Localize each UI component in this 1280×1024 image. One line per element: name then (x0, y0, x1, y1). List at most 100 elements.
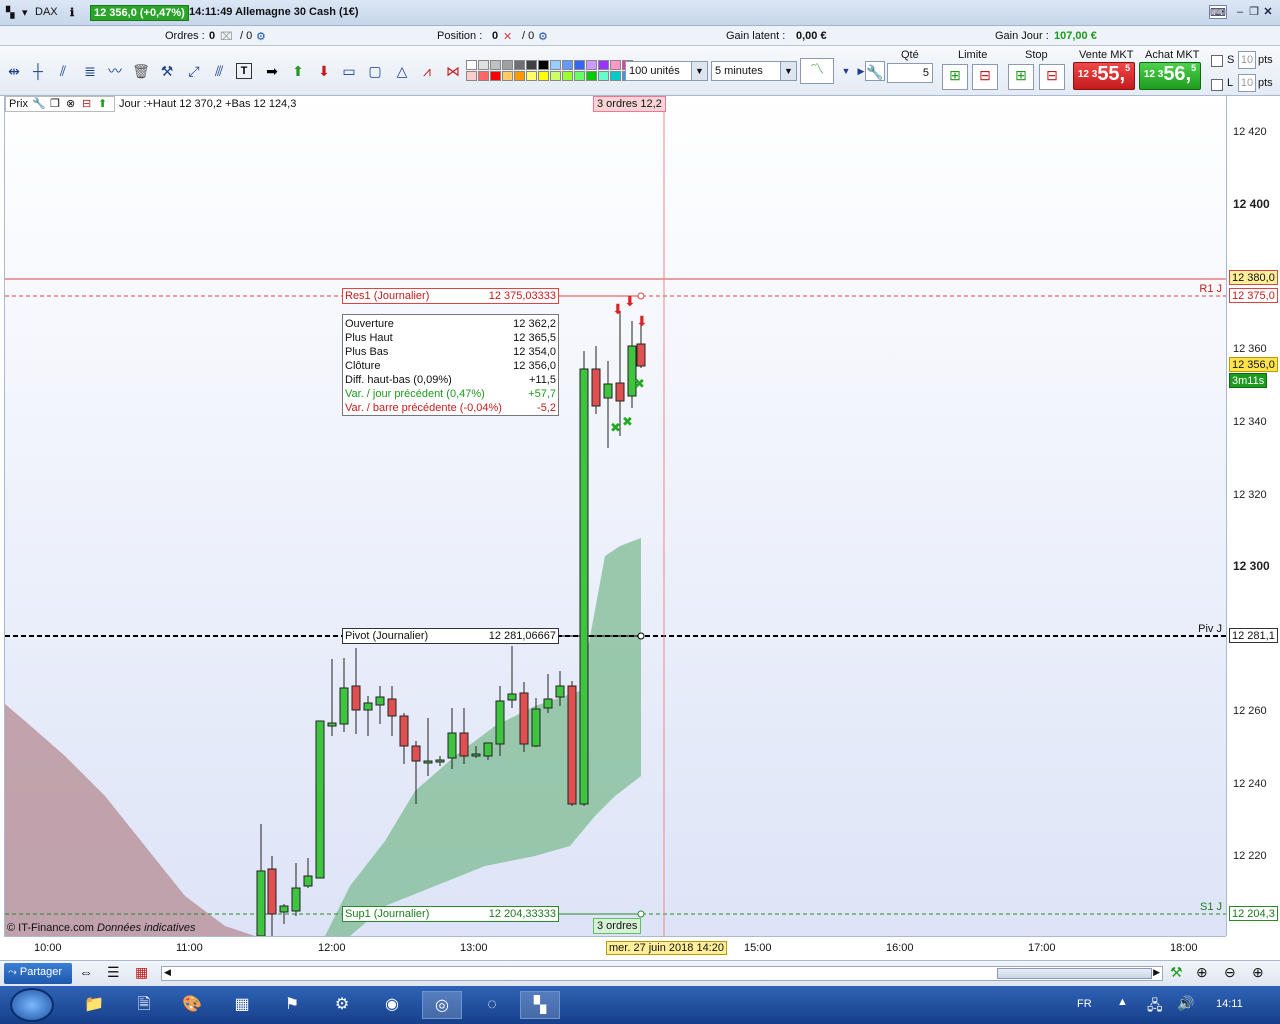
sell-limit-button[interactable]: ⊟ (972, 64, 998, 90)
zoom-in-icon[interactable]: ⊕ (1252, 964, 1264, 981)
triangle-icon[interactable]: △ (392, 61, 412, 81)
color-swatch[interactable] (562, 71, 573, 81)
orders-delete-icon[interactable]: ⌧ (220, 30, 233, 43)
stop-checkbox[interactable] (1211, 55, 1223, 67)
wave-icon[interactable]: 〰 (105, 61, 125, 81)
sell-market-button[interactable]: 12 355,5 (1073, 62, 1135, 90)
chart-scrollbar[interactable]: ◀ ▶ (161, 966, 1163, 981)
zoom-fit-icon[interactable]: ⊕ (1196, 964, 1208, 981)
orders-settings-icon[interactable]: ⚙ (256, 30, 266, 43)
arrow-up-icon[interactable]: ⬆ (288, 61, 308, 81)
price-chart[interactable]: ⬇ ⬇ ⬇ ✖ ✖ ✖ Prix 🔧 ❐ ⊗ ⊟ ⬆ Jour :+Haut 1… (4, 96, 1226, 936)
network-app-icon[interactable]: ⚙ (322, 991, 362, 1019)
color-swatch[interactable] (574, 71, 585, 81)
wrench-icon[interactable]: 🔧 (865, 61, 885, 81)
remove-icon[interactable]: ⊟ (82, 97, 91, 110)
color-swatch[interactable] (478, 71, 489, 81)
zoom-out-icon[interactable]: ⊖ (1224, 964, 1236, 981)
color-swatch[interactable] (490, 71, 501, 81)
sell-stop-button[interactable]: ⊟ (1039, 64, 1065, 90)
color-swatch[interactable] (586, 60, 597, 70)
limit-points-input[interactable]: 10 (1238, 74, 1256, 92)
close-icon[interactable]: ⊗ (66, 97, 75, 110)
close-button[interactable]: ✕ (1261, 5, 1275, 19)
add-icon[interactable]: ⬆ (98, 97, 107, 110)
position-settings-icon[interactable]: ⚙ (538, 30, 548, 43)
color-swatch[interactable] (538, 60, 549, 70)
window-icon[interactable]: ❐ (50, 97, 60, 110)
chevron-down-icon[interactable]: ▼ (780, 62, 796, 80)
pattern-icon[interactable]: ⩘ (417, 61, 437, 81)
restore-button[interactable]: ❐ (1247, 5, 1261, 19)
time-axis[interactable]: mer. 27 juin 2018 14:20 10:00 11:00 12:00 1… (4, 936, 1226, 960)
buy-stop-button[interactable]: ⊞ (1008, 64, 1034, 90)
color-swatch[interactable] (514, 71, 525, 81)
color-swatch[interactable] (526, 60, 537, 70)
text-tool-icon[interactable]: T (236, 63, 252, 79)
excel-icon[interactable]: ▦ (222, 991, 262, 1019)
layout-icon[interactable]: ▦ (135, 964, 148, 981)
remote-icon[interactable]: ◌ (472, 991, 512, 1019)
price-axis[interactable]: 12 380,0 12 375,0 12 356,0 3m11s 12 281,… (1226, 96, 1280, 936)
qty-input[interactable]: 5 (887, 63, 933, 83)
arrow-down-icon[interactable]: ⬇ (314, 61, 334, 81)
horizontal-line-icon[interactable]: ⇹ (4, 61, 24, 81)
color-swatch[interactable] (502, 60, 513, 70)
color-swatch[interactable] (550, 60, 561, 70)
color-swatch[interactable] (586, 71, 597, 81)
chart-canvas[interactable]: ⬇ ⬇ ⬇ ✖ ✖ ✖ (5, 96, 1226, 936)
explorer-icon[interactable]: 📁 (74, 991, 114, 1019)
color-swatch[interactable] (538, 71, 549, 81)
chevron-down-icon[interactable]: ▼ (691, 62, 707, 80)
color-swatch[interactable] (574, 60, 585, 70)
auto-scale-icon[interactable]: ⚒ (1170, 964, 1183, 981)
orders-tag-top[interactable]: 3 ordres 12,2 (593, 96, 666, 112)
app-icon[interactable]: ⚑ (272, 991, 312, 1019)
firefox-icon[interactable]: ◉ (372, 991, 412, 1019)
orders-tag-bottom[interactable]: 3 ordres (593, 918, 642, 934)
buy-limit-button[interactable]: ⊞ (942, 64, 968, 90)
info-icon[interactable]: ℹ (70, 6, 74, 19)
dropdown-arrow-icon[interactable]: ▾ (22, 6, 28, 19)
color-swatch[interactable] (610, 60, 621, 70)
pivot-box[interactable]: Pivot (Journalier) 12 281,06667 (342, 628, 559, 644)
arrow-right-icon[interactable]: ➡ (262, 61, 282, 81)
stop-points-input[interactable]: 10 (1238, 51, 1256, 69)
channel-icon[interactable]: ⫻ (209, 61, 229, 81)
chrome-icon[interactable]: ◎ (422, 991, 462, 1019)
harmonic-icon[interactable]: ⋈ (443, 61, 463, 81)
scrollbar-thumb[interactable] (997, 968, 1152, 979)
clock[interactable]: 14:11 (1216, 998, 1243, 1010)
timeframe-select[interactable]: 5 minutes ▼ (711, 61, 797, 81)
color-swatch[interactable] (610, 71, 621, 81)
color-palette[interactable] (466, 60, 633, 82)
color-swatch[interactable] (514, 60, 525, 70)
ray-icon[interactable]: ⤢ (184, 61, 204, 81)
ellipse-icon[interactable]: ▭ (339, 61, 359, 81)
fibonacci-icon[interactable]: ≣ (80, 61, 100, 81)
limit-checkbox[interactable] (1211, 79, 1223, 91)
tray-expand-icon[interactable]: ▲ (1117, 996, 1128, 1008)
color-swatch[interactable] (526, 71, 537, 81)
instrument-name[interactable]: DAX (35, 6, 58, 18)
trash-icon[interactable]: 🗑 (131, 61, 151, 81)
minimize-button[interactable]: – (1233, 5, 1247, 19)
trendline-icon[interactable]: ⫽ (53, 61, 73, 81)
list-icon[interactable]: ☰ (107, 964, 120, 981)
language-indicator[interactable]: FR (1077, 998, 1092, 1010)
color-swatch[interactable] (562, 60, 573, 70)
vertical-line-icon[interactable]: ┼ (28, 61, 48, 81)
scroll-left-icon[interactable]: ◀ (164, 967, 171, 978)
sup1-box[interactable]: Sup1 (Journalier) 12 204,33333 (342, 906, 559, 922)
rectangle-icon[interactable]: ▢ (365, 61, 385, 81)
buy-market-button[interactable]: 12 356,5 (1139, 62, 1201, 90)
color-swatch[interactable] (466, 60, 477, 70)
color-swatch[interactable] (478, 60, 489, 70)
tools-icon[interactable]: ⚒ (157, 61, 177, 81)
color-swatch[interactable] (502, 71, 513, 81)
res1-box[interactable]: Res1 (Journalier) 12 375,03333 (342, 288, 559, 304)
paint-icon[interactable]: 🎨 (172, 991, 212, 1019)
color-swatch[interactable] (466, 71, 477, 81)
volume-icon[interactable]: 🔊 (1177, 995, 1194, 1012)
word-icon[interactable]: 🗎 (124, 991, 164, 1019)
